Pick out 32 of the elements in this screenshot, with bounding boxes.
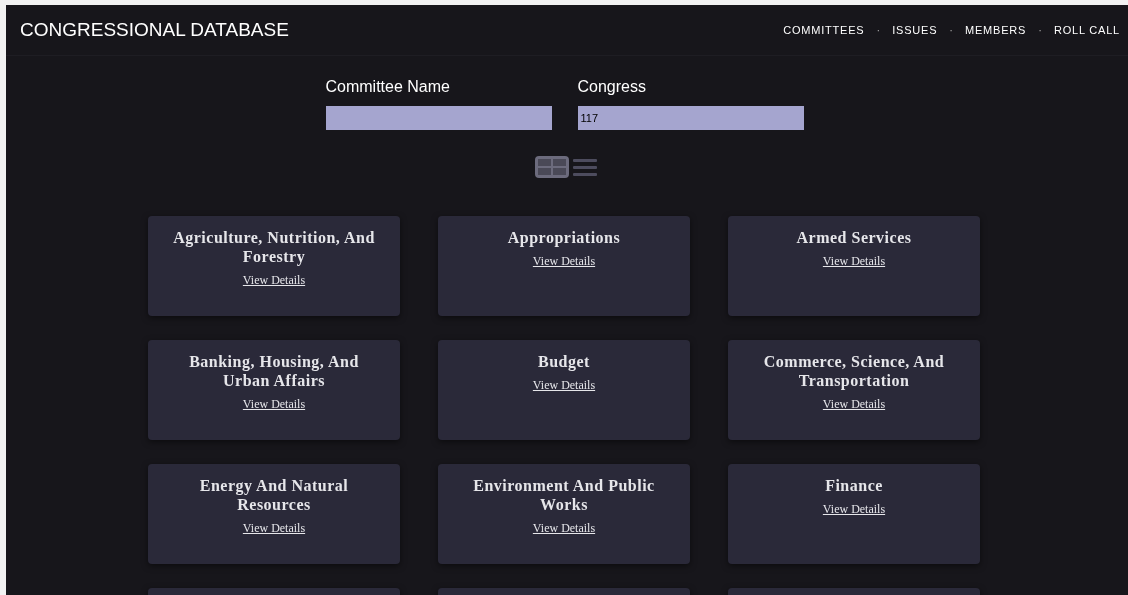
input-field[interactable]: [325, 106, 552, 130]
view-details-link[interactable]: View Details: [532, 378, 596, 393]
nav-separator: ·: [949, 24, 953, 36]
committee-name: Environment And Public Works: [472, 476, 656, 514]
input-field[interactable]: 117: [577, 106, 804, 130]
list-view-icon[interactable]: [572, 157, 597, 177]
view-details-link[interactable]: View Details: [822, 397, 886, 412]
committee-name: Appropriations: [507, 228, 621, 247]
committee-name: Agriculture, Nutrition, And Forestry: [172, 228, 376, 266]
field-label: Congress: [577, 78, 647, 96]
nav-separator: ·: [876, 24, 881, 36]
view-details-link[interactable]: View Details: [242, 397, 306, 412]
field-label: Committee Name: [325, 78, 451, 96]
nav-link[interactable]: ISSUES: [892, 24, 938, 36]
view-details-link[interactable]: View Details: [242, 273, 306, 288]
committee-name: Budget: [538, 352, 590, 371]
nav-link[interactable]: MEMBERS: [965, 24, 1027, 36]
grid-view-icon[interactable]: [534, 156, 569, 178]
nav-separator: ·: [1038, 24, 1042, 36]
view-details-link[interactable]: View Details: [532, 521, 596, 536]
committee-name: Energy And Natural Resources: [198, 476, 350, 514]
committee-name: Armed Services: [796, 228, 912, 247]
nav-link[interactable]: COMMITTEES: [783, 24, 865, 36]
view-details-link[interactable]: View Details: [822, 502, 886, 517]
committee-name: Banking, Housing, And Urban Affairs: [188, 352, 360, 390]
nav-link[interactable]: ROLL CALL: [1053, 24, 1120, 36]
view-details-link[interactable]: View Details: [242, 521, 306, 536]
view-details-link[interactable]: View Details: [532, 254, 596, 269]
site-title: CONGRESSIONAL DATABASE: [20, 19, 289, 41]
committee-name: Finance: [825, 476, 883, 495]
view-details-link[interactable]: View Details: [822, 254, 886, 269]
committee-name: Commerce, Science, And Transportation: [762, 352, 946, 390]
